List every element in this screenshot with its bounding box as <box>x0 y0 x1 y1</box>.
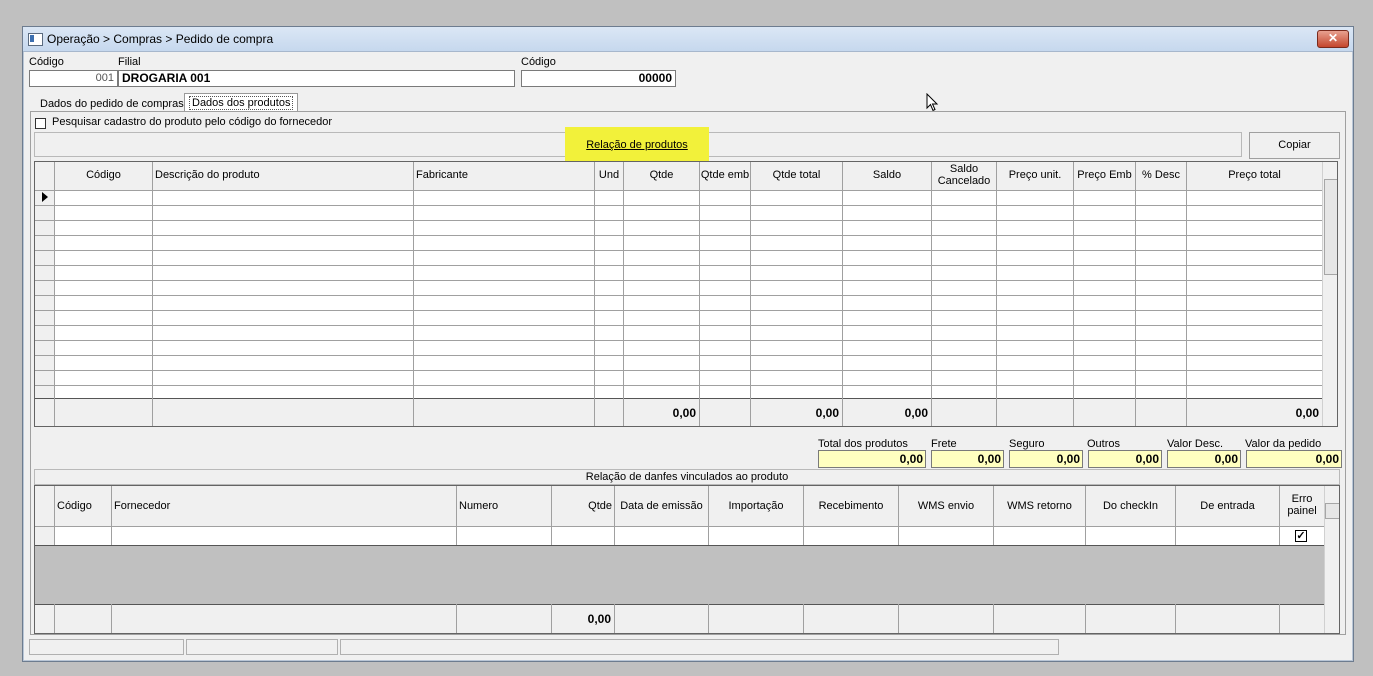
window-title: Operação > Compras > Pedido de compra <box>47 32 274 46</box>
erro-painel-checkbox-icon[interactable]: ✓ <box>1295 530 1307 542</box>
dcol-erro-painel[interactable]: Erro painel <box>1287 493 1317 517</box>
window-icon <box>28 33 43 46</box>
total-qtde: 0,00 <box>672 406 696 420</box>
filial-field[interactable]: DROGARIA 001 <box>118 70 515 87</box>
total-produtos-field[interactable]: 0,00 <box>818 450 926 468</box>
col-fabricante[interactable]: Fabricante <box>416 169 468 181</box>
col-saldo-cancelado[interactable]: Saldo Cancelado <box>932 163 996 187</box>
dcol-checkin[interactable]: Do checkIn <box>1086 500 1175 512</box>
products-grid[interactable]: Código Descrição do produto Fabricante U… <box>34 161 1338 427</box>
relacao-produtos-button[interactable]: Relação de produtos <box>565 127 709 164</box>
col-codigo[interactable]: Código <box>55 169 152 181</box>
codigo-field[interactable]: 001 <box>29 70 118 87</box>
danfes-scrollbar[interactable] <box>1324 486 1339 633</box>
products-scroll-thumb[interactable] <box>1324 179 1337 275</box>
dcol-data-emissao[interactable]: Data de emissão <box>615 500 708 512</box>
codigo2-field[interactable]: 00000 <box>521 70 676 87</box>
total-saldo: 0,00 <box>904 406 928 420</box>
codigo2-label: Código <box>521 56 556 68</box>
frete-field[interactable]: 0,00 <box>931 450 1004 468</box>
col-descricao[interactable]: Descrição do produto <box>155 169 260 181</box>
total-qtde-total: 0,00 <box>815 406 839 420</box>
dcol-recebimento[interactable]: Recebimento <box>804 500 898 512</box>
col-und[interactable]: Und <box>595 169 623 181</box>
valor-pedido-field[interactable]: 0,00 <box>1246 450 1342 468</box>
dcol-fornecedor[interactable]: Fornecedor <box>114 500 170 512</box>
col-preco-emb[interactable]: Preço Emb <box>1074 169 1135 181</box>
col-saldo[interactable]: Saldo <box>843 169 931 181</box>
valor-desc-label: Valor Desc. <box>1167 438 1224 450</box>
relacao-produtos-label: Relação de produtos <box>586 139 688 151</box>
status-cell-3 <box>340 639 1059 655</box>
danfes-title: Relação de danfes vinculados ao produto <box>34 469 1340 485</box>
tab-panel: Pesquisar cadastro do produto pelo códig… <box>30 111 1346 635</box>
dcol-codigo[interactable]: Código <box>57 500 92 512</box>
seguro-label: Seguro <box>1009 438 1045 450</box>
dcol-wms-envio[interactable]: WMS envio <box>899 500 993 512</box>
filial-label: Filial <box>118 56 141 68</box>
frete-label: Frete <box>931 438 957 450</box>
products-scrollbar[interactable] <box>1322 162 1337 426</box>
search-option-label: Pesquisar cadastro do produto pelo códig… <box>52 116 333 128</box>
window: Operação > Compras > Pedido de compra ✕ … <box>22 26 1354 662</box>
col-desc[interactable]: % Desc <box>1136 169 1186 181</box>
status-cell-1 <box>29 639 184 655</box>
danfes-total-qtde: 0,00 <box>587 612 611 626</box>
col-qtde-emb[interactable]: Qtde emb <box>700 169 750 181</box>
total-produtos-label: Total dos produtos <box>818 438 908 450</box>
products-grid-lines <box>35 162 1337 426</box>
col-qtde-total[interactable]: Qtde total <box>751 169 842 181</box>
status-cell-2 <box>186 639 338 655</box>
mouse-cursor-icon <box>926 93 939 112</box>
col-preco-unit[interactable]: Preço unit. <box>997 169 1073 181</box>
valor-pedido-label: Valor da pedido <box>1245 438 1322 450</box>
total-preco-total: 0,00 <box>1295 406 1319 420</box>
dcol-entrada[interactable]: De entrada <box>1176 500 1279 512</box>
dcol-qtde[interactable]: Qtde <box>552 500 612 512</box>
outros-label: Outros <box>1087 438 1121 450</box>
copiar-button[interactable]: Copiar <box>1249 132 1340 159</box>
close-button[interactable]: ✕ <box>1317 30 1349 48</box>
dcol-importacao[interactable]: Importação <box>709 500 803 512</box>
valor-desc-field[interactable]: 0,00 <box>1167 450 1241 468</box>
danfes-scroll-thumb[interactable] <box>1325 503 1339 519</box>
codigo-label: Código <box>29 56 64 68</box>
col-qtde[interactable]: Qtde <box>624 169 699 181</box>
tab-label: Dados dos produtos <box>189 96 294 110</box>
dcol-numero[interactable]: Numero <box>459 500 498 512</box>
title-bar: Operação > Compras > Pedido de compra ✕ <box>23 27 1353 52</box>
seguro-field[interactable]: 0,00 <box>1009 450 1083 468</box>
checkbox-icon[interactable] <box>35 118 46 129</box>
outros-field[interactable]: 0,00 <box>1088 450 1162 468</box>
danfes-grid[interactable]: Código Fornecedor Numero Qtde Data de em… <box>34 485 1340 634</box>
col-preco-total[interactable]: Preço total <box>1187 169 1322 181</box>
dcol-wms-retorno[interactable]: WMS retorno <box>994 500 1085 512</box>
